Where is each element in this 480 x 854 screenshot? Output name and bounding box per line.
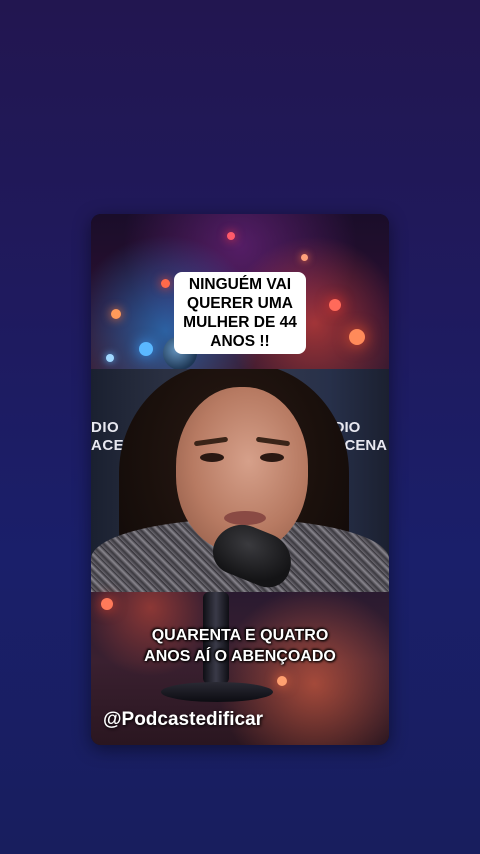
subtitle-line: ANOS AÍ O ABENÇOADO [144,648,336,665]
subtitle-line: QUARENTA E QUATRO [151,627,329,644]
channel-handle: @Podcastedificar [103,709,264,730]
screen: { "overlay": { "top_caption": ["NINGUÉM … [0,0,480,854]
speaker-lips [224,511,266,525]
microphone-base [161,682,273,702]
video-card[interactable]: NINGUÉM VAI QUERER UMA MULHER DE 44 ANOS… [91,214,389,745]
caption-line: QUERER UMA [187,295,293,312]
subtitle-caption: QUARENTA E QUATRO ANOS AÍ O ABENÇOADO [91,625,389,667]
caption-line: NINGUÉM VAI [188,276,292,293]
caption-line: ANOS !! [210,333,270,350]
video-frame: DIO ACEN DIO ACENA [91,369,389,594]
top-caption: NINGUÉM VAI QUERER UMA MULHER DE 44 ANOS… [174,272,306,354]
caption-line: MULHER DE 44 [183,314,297,331]
